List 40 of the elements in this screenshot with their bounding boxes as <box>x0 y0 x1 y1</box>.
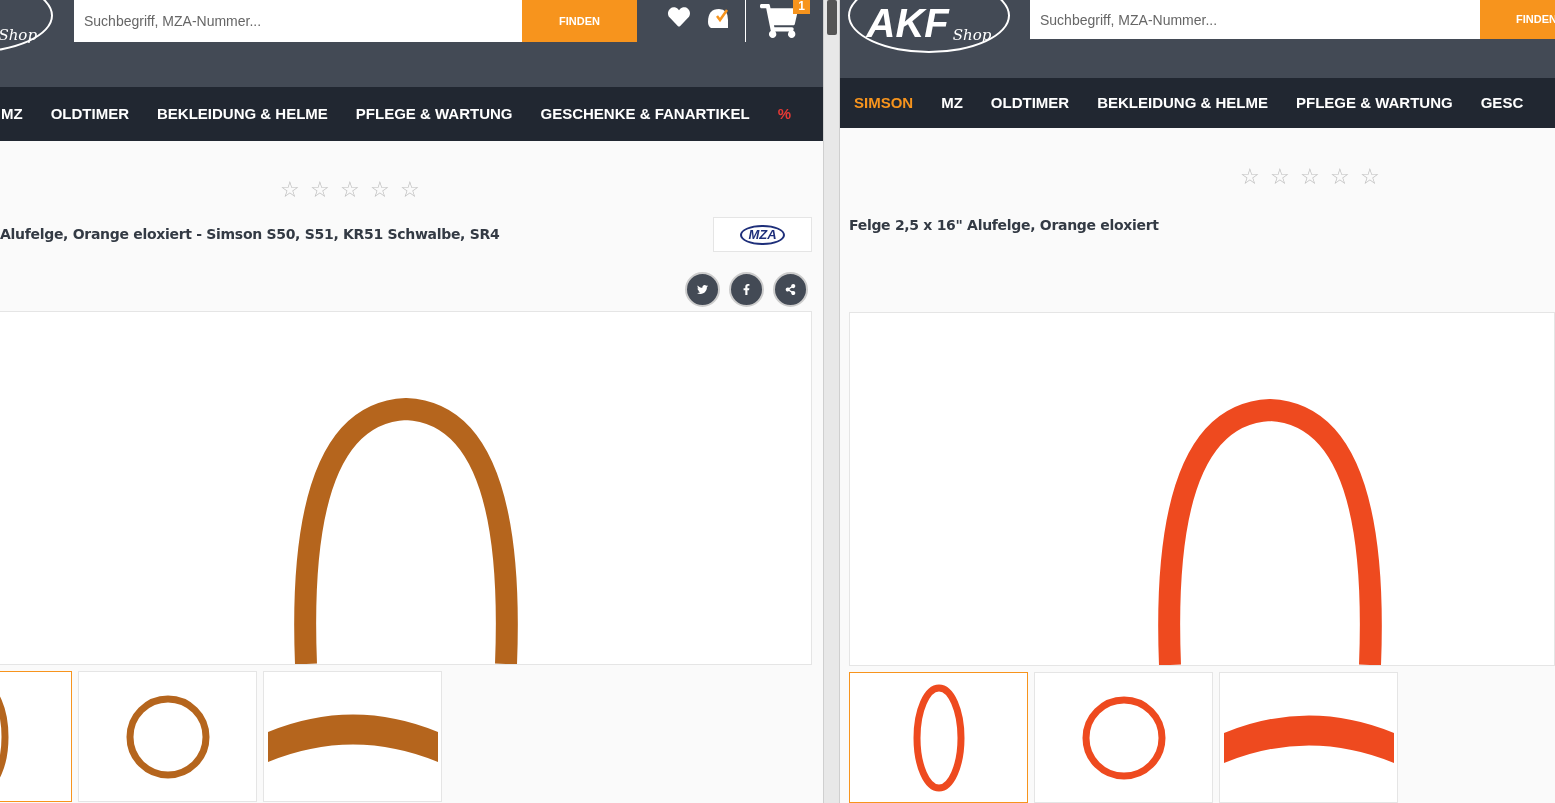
product-title: Alufelge, Orange eloxiert - Simson S50, S51, KR51 Schwalbe, SR4 <box>0 225 500 244</box>
search-field[interactable]: Suchbegriff, MZA-Nummer... <box>1030 0 1480 39</box>
star-icon: ☆ <box>1330 166 1350 188</box>
nav-link[interactable]: PFLEGE & WARTUNG <box>1296 91 1453 115</box>
star-icon: ☆ <box>310 179 330 201</box>
product-title: Felge 2,5 x 16" Alufelge, Orange eloxiert <box>849 216 1159 235</box>
bird-icon <box>697 284 708 295</box>
logo-subtext: Shop <box>952 28 992 43</box>
logo-text: AKF <box>866 3 949 43</box>
star-icon: ☆ <box>1240 166 1260 188</box>
star-icon: ☆ <box>370 179 390 201</box>
nav-link[interactable]: MZ <box>941 91 963 115</box>
nav-link[interactable]: MZ <box>1 102 23 126</box>
star-icon: ☆ <box>400 179 420 201</box>
nav-link[interactable]: OLDTIMER <box>990 91 1070 115</box>
nav-link[interactable]: BEKLEIDUNG & HELME <box>1097 91 1269 115</box>
brand-logo: MZA <box>713 217 812 252</box>
heart-icon[interactable] <box>667 6 691 28</box>
search-field[interactable]: Suchbegriff, MZA-Nummer... <box>74 0 522 42</box>
thumbnail[interactable] <box>849 672 1028 803</box>
cart-count-badge: 1 <box>793 0 810 14</box>
nav-link[interactable]: PFLEGE & WARTUNG <box>355 102 513 126</box>
nav-link[interactable]: GESCHENKE & FANARTIKEL <box>540 102 750 126</box>
facebook-button[interactable] <box>729 272 764 307</box>
nav-link[interactable]: OLDTIMER <box>50 102 129 126</box>
share-icon <box>785 284 796 295</box>
cart-icon[interactable] <box>760 4 798 38</box>
facebook-icon <box>741 284 752 295</box>
nav-link[interactable]: BEKLEIDUNG & HELME <box>157 102 328 126</box>
scrollbar[interactable] <box>823 0 840 803</box>
star-icon: ☆ <box>1300 166 1320 188</box>
twitter-button[interactable] <box>685 272 720 307</box>
star-icon: ☆ <box>340 179 360 201</box>
star-icon: ☆ <box>1360 166 1380 188</box>
share-button[interactable] <box>773 272 808 307</box>
nav-link[interactable]: GESC <box>1480 91 1524 115</box>
nav-link[interactable]: SIMSON <box>854 91 914 115</box>
star-icon: ☆ <box>1270 166 1290 188</box>
star-icon: ☆ <box>280 179 300 201</box>
nav-link[interactable]: % <box>777 102 792 126</box>
